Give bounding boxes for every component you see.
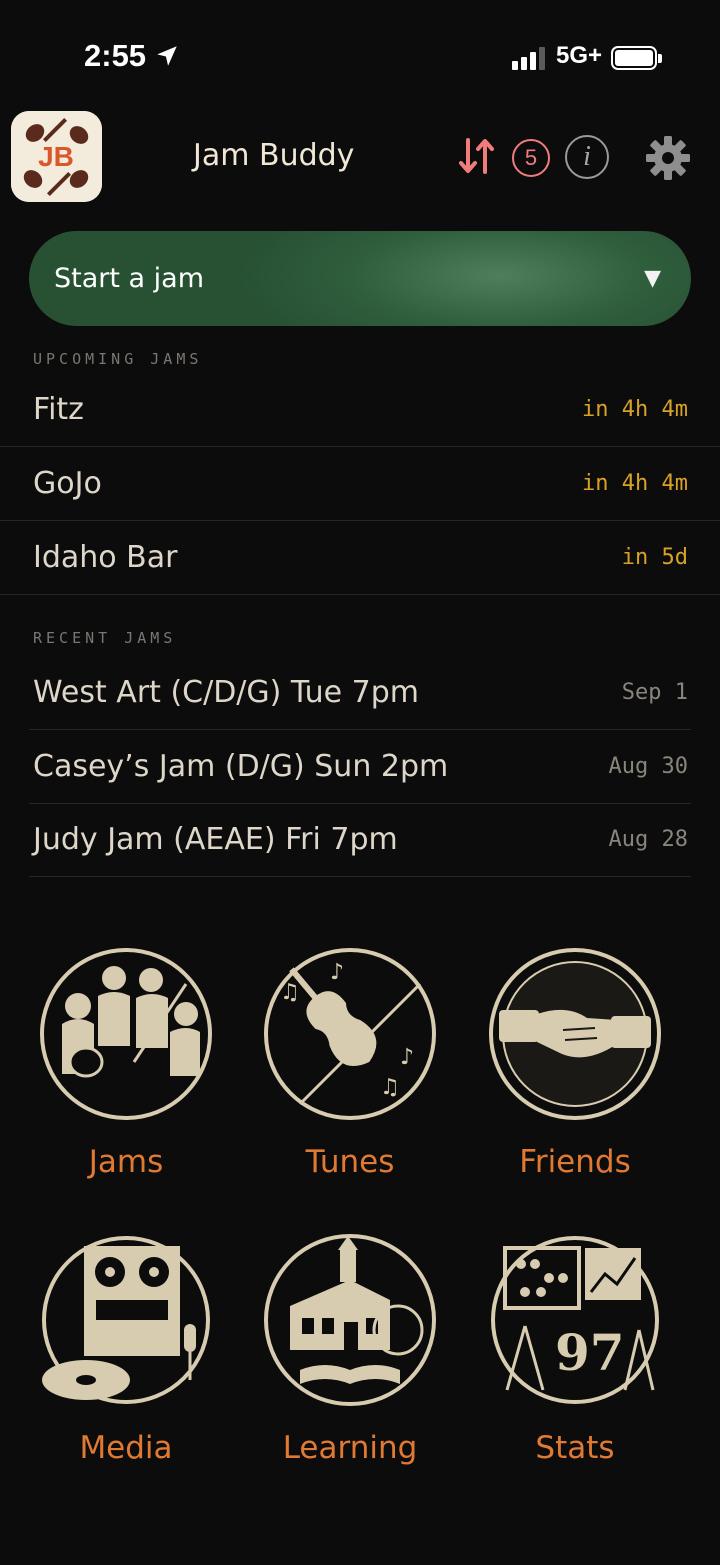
location-arrow-icon — [157, 46, 177, 66]
friends-label: Friends — [519, 1144, 631, 1180]
battery-icon — [611, 46, 662, 70]
jb-logo-icon: JB — [11, 111, 102, 202]
start-jam-dropdown[interactable]: Start a jam ▼ — [29, 231, 691, 326]
time-text: 2:55 — [84, 38, 147, 73]
cell-signal-icon — [512, 46, 545, 70]
app-title: Jam Buddy — [193, 138, 355, 173]
recent-jam-row[interactable]: Casey’s Jam (D/G) Sun 2pm Aug 30 — [29, 730, 691, 804]
friends-tile[interactable]: Friends — [465, 944, 685, 1194]
svg-text:♪: ♪ — [330, 960, 344, 985]
jam-name: Casey’s Jam (D/G) Sun 2pm — [33, 749, 449, 784]
jam-name: GoJo — [33, 466, 102, 501]
handshake-icon — [489, 948, 661, 1120]
notification-count-badge[interactable]: 5 — [512, 139, 550, 177]
sort-arrows-icon — [459, 138, 494, 174]
abacus-chart-icon: 97 — [491, 1236, 659, 1404]
jam-date: Aug 28 — [608, 827, 688, 852]
svg-text:♫: ♫ — [380, 1075, 400, 1100]
status-bar: 2:55 5G+ — [0, 0, 720, 110]
upcoming-jams-heading: UPCOMING JAMS — [33, 350, 203, 368]
learning-label: Learning — [282, 1430, 418, 1466]
jam-name: Fitz — [33, 392, 84, 427]
jam-countdown: in 4h 4m — [582, 471, 688, 496]
media-label: Media — [79, 1430, 173, 1466]
jam-name: Idaho Bar — [33, 540, 178, 575]
tunes-label: Tunes — [305, 1144, 395, 1180]
svg-text:JB: JB — [38, 141, 74, 172]
jam-name: Judy Jam (AEAE) Fri 7pm — [33, 822, 398, 857]
jam-musicians-icon — [40, 948, 212, 1120]
status-time: 2:55 — [84, 38, 180, 74]
jam-countdown: in 4h 4m — [582, 397, 688, 422]
network-type: 5G+ — [556, 42, 603, 69]
jam-countdown: in 5d — [621, 545, 688, 570]
recent-jam-row[interactable]: Judy Jam (AEAE) Fri 7pm Aug 28 — [29, 803, 691, 877]
media-tile[interactable]: Media — [16, 1230, 236, 1480]
jam-name: West Art (C/D/G) Tue 7pm — [33, 675, 420, 710]
recent-jam-row[interactable]: West Art (C/D/G) Tue 7pm Sep 1 — [29, 656, 691, 730]
recent-jams-heading: RECENT JAMS — [33, 629, 177, 647]
upcoming-jam-row[interactable]: GoJo in 4h 4m — [0, 447, 720, 521]
fiddle-icon: ♫♪♫♪ — [264, 948, 436, 1120]
jams-tile[interactable]: Jams — [16, 944, 236, 1194]
info-icon: i — [583, 141, 591, 172]
schoolhouse-icon — [264, 1234, 436, 1406]
stats-tile[interactable]: 97 Stats — [465, 1230, 685, 1480]
svg-text:♪: ♪ — [400, 1045, 414, 1070]
sort-toggle-button[interactable] — [455, 134, 499, 178]
jams-label: Jams — [88, 1144, 164, 1180]
learning-tile[interactable]: Learning — [240, 1230, 460, 1480]
notification-count: 5 — [524, 145, 538, 170]
info-button[interactable]: i — [565, 135, 609, 179]
tape-recorder-icon — [42, 1236, 210, 1404]
settings-button[interactable] — [645, 135, 691, 181]
jam-date: Sep 1 — [621, 680, 688, 705]
tunes-tile[interactable]: ♫ ♪ ♫ ♪ Tunes — [240, 944, 460, 1194]
app-logo[interactable]: JB — [11, 111, 102, 202]
jam-date: Aug 30 — [608, 754, 688, 779]
upcoming-jam-row[interactable]: Idaho Bar in 5d — [0, 521, 720, 595]
svg-text:♫: ♫ — [280, 980, 300, 1005]
gear-icon — [646, 136, 690, 180]
chevron-down-icon: ▼ — [644, 266, 661, 291]
upcoming-jam-row[interactable]: Fitz in 4h 4m — [0, 373, 720, 447]
stats-label: Stats — [535, 1430, 615, 1466]
svg-text:97: 97 — [555, 1323, 625, 1382]
start-jam-label: Start a jam — [54, 263, 205, 294]
